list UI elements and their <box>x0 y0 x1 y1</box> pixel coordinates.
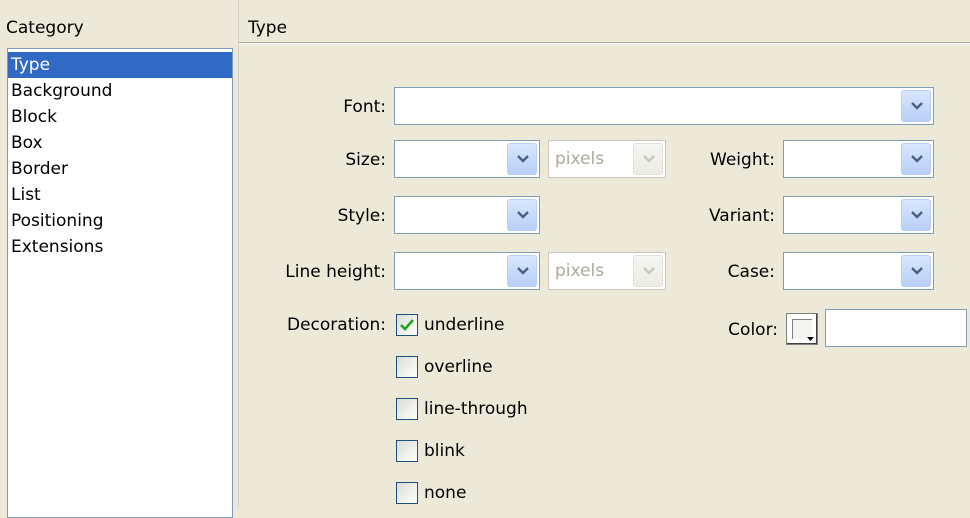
category-item-positioning[interactable]: Positioning <box>8 208 232 234</box>
font-dropdown-button[interactable] <box>901 90 931 122</box>
chevron-down-icon <box>643 155 655 163</box>
chevron-down-icon <box>911 102 923 110</box>
overline-checkbox[interactable] <box>396 356 418 378</box>
style-dropdown-button[interactable] <box>507 199 537 231</box>
size-dropdown-button[interactable] <box>507 143 537 175</box>
overline-label: overline <box>424 357 493 377</box>
chevron-down-icon <box>911 211 923 219</box>
decoration-label: Decoration: <box>287 315 386 335</box>
line-height-unit-value: pixels <box>555 261 605 281</box>
case-dropdown-button[interactable] <box>901 255 931 287</box>
color-picker-button[interactable] <box>786 313 818 345</box>
case-label: Case: <box>727 262 775 282</box>
category-item-extensions[interactable]: Extensions <box>8 234 232 260</box>
color-swatch <box>792 319 812 339</box>
chevron-down-icon <box>911 155 923 163</box>
color-input[interactable] <box>825 309 967 347</box>
size-unit-select[interactable]: pixels <box>548 140 666 178</box>
category-item-type[interactable]: Type <box>8 52 232 78</box>
weight-dropdown-button[interactable] <box>901 143 931 175</box>
style-label: Style: <box>337 206 386 226</box>
line-height-select[interactable] <box>394 252 540 290</box>
panel-title: Type <box>248 18 288 38</box>
variant-label: Variant: <box>708 206 775 226</box>
none-checkbox[interactable] <box>396 482 418 504</box>
blink-label: blink <box>424 441 465 461</box>
panel-separator <box>238 0 239 507</box>
underline-label: underline <box>424 315 505 335</box>
none-label: none <box>424 483 467 503</box>
small-down-arrow-icon <box>807 337 814 341</box>
category-item-background[interactable]: Background <box>8 78 232 104</box>
header-divider <box>238 42 970 43</box>
size-unit-value: pixels <box>555 149 605 169</box>
line-through-label: line-through <box>424 399 528 419</box>
underline-checkbox[interactable] <box>396 314 418 336</box>
category-item-block[interactable]: Block <box>8 104 232 130</box>
case-select[interactable] <box>783 252 934 290</box>
chevron-down-icon <box>911 267 923 275</box>
line-height-label: Line height: <box>285 262 386 282</box>
chevron-down-icon <box>517 211 529 219</box>
blink-checkbox[interactable] <box>396 440 418 462</box>
weight-label: Weight: <box>710 150 775 170</box>
variant-select[interactable] <box>783 196 934 234</box>
line-height-dropdown-button[interactable] <box>507 255 537 287</box>
category-item-list[interactable]: List <box>8 182 232 208</box>
weight-select[interactable] <box>783 140 934 178</box>
font-label: Font: <box>343 97 386 117</box>
chevron-down-icon <box>517 267 529 275</box>
category-item-border[interactable]: Border <box>8 156 232 182</box>
chevron-down-icon <box>517 155 529 163</box>
style-select[interactable] <box>394 196 540 234</box>
category-list[interactable]: Type Background Block Box Border List Po… <box>7 48 233 518</box>
category-item-box[interactable]: Box <box>8 130 232 156</box>
line-height-unit-dropdown-button[interactable] <box>633 255 663 287</box>
line-height-unit-select[interactable]: pixels <box>548 252 666 290</box>
line-through-checkbox[interactable] <box>396 398 418 420</box>
checkmark-icon <box>400 319 414 331</box>
color-label: Color: <box>728 320 778 340</box>
chevron-down-icon <box>643 267 655 275</box>
category-header: Category <box>6 18 84 38</box>
font-select[interactable] <box>394 87 934 125</box>
size-unit-dropdown-button[interactable] <box>633 143 663 175</box>
size-label: Size: <box>345 150 386 170</box>
variant-dropdown-button[interactable] <box>901 199 931 231</box>
size-select[interactable] <box>394 140 540 178</box>
